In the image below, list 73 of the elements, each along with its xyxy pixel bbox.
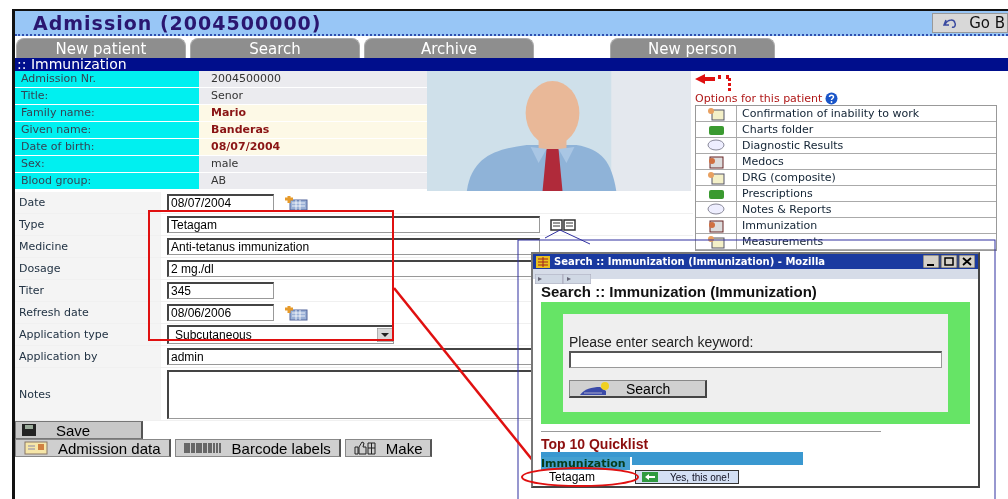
help-icon[interactable] <box>825 92 839 105</box>
menu-item-icon <box>706 218 726 233</box>
menu-item-icon <box>706 234 726 249</box>
page-title: Admission (2004500000) <box>33 11 322 34</box>
menu-item-icon <box>706 202 726 217</box>
menu-item[interactable]: DRG (composite) <box>737 170 836 185</box>
field-label: Type <box>15 214 161 235</box>
field-value: Senor <box>199 88 427 104</box>
field-label: Blood group: <box>15 173 199 189</box>
app-icon <box>536 255 550 268</box>
field-label: Title: <box>15 88 199 104</box>
field-label: Medicine <box>15 236 161 257</box>
menu-item[interactable]: Immunization <box>737 218 818 233</box>
field-value: AB <box>199 173 427 189</box>
menu-item[interactable]: Prescriptions <box>737 186 813 201</box>
window-title: Search :: Immunization (Immunization) - Mozilla <box>554 256 827 267</box>
toolbar-button[interactable]: Make <box>344 439 433 457</box>
text-field[interactable]: Anti-tetanus immunization <box>167 238 540 255</box>
date-field[interactable]: 08/06/2006 <box>167 304 274 321</box>
field-value: Banderas <box>199 122 427 138</box>
menu-item-icon <box>706 154 726 169</box>
field-label: Admission Nr. <box>15 71 199 87</box>
menu-item[interactable]: Diagnostic Results <box>737 138 844 153</box>
connector-line <box>544 229 591 245</box>
menu-item-icon <box>706 106 726 121</box>
field-value: 08/07/2004 <box>199 139 427 155</box>
menu-item[interactable]: Confirmation of inability to work <box>737 106 920 121</box>
field-label: Given name: <box>15 122 199 138</box>
field-value: male <box>199 156 427 172</box>
field-label: Titer <box>15 280 161 301</box>
field-label: Family name: <box>15 105 199 121</box>
menu-item[interactable]: Measurements <box>737 234 824 249</box>
field-value: Mario <box>199 105 427 121</box>
section-title: :: Immunization <box>17 58 127 71</box>
text-field[interactable]: 345 <box>167 282 274 299</box>
menu-item-icon <box>706 170 726 185</box>
book-icon[interactable] <box>550 218 576 231</box>
arrow-icon <box>695 74 731 92</box>
field-label: Notes <box>15 368 161 420</box>
search-field[interactable] <box>569 351 942 368</box>
field-label: Date <box>15 192 161 213</box>
menu-item[interactable]: Charts folder <box>737 122 814 137</box>
menu-item[interactable]: Medocs <box>737 154 784 169</box>
thumbs-up-icon <box>353 441 376 455</box>
field-label: Date of birth: <box>15 139 199 155</box>
menu-item-icon <box>706 138 726 153</box>
menu-item[interactable]: Notes & Reports <box>737 202 832 217</box>
field-label: Sex: <box>15 156 199 172</box>
text-field[interactable]: Tetagam <box>167 216 540 233</box>
calendar-icon[interactable] <box>284 194 308 211</box>
field-label: Refresh date <box>15 302 161 323</box>
barcode-icon <box>183 443 222 453</box>
field-label: Dosage <box>15 258 161 279</box>
quicklist-title: Top 10 Quicklist <box>541 436 650 452</box>
field-label: Application type <box>15 324 161 345</box>
field-label: Application by <box>15 346 161 367</box>
result-name: Tetagam <box>549 470 596 484</box>
toolbar-button[interactable]: Barcode labels <box>174 439 341 457</box>
search-prompt: Please enter search keyword: <box>569 334 755 350</box>
select-button[interactable]: Yes, this one! <box>635 470 739 484</box>
dialog-heading: Search :: Immunization (Immunization) <box>541 283 818 300</box>
back-button[interactable]: Go B <box>932 12 1008 33</box>
toolbar-button[interactable]: Admission data <box>15 439 171 457</box>
options-title: Options for this patient <box>695 92 823 105</box>
save-icon <box>22 424 36 436</box>
field-value: 2004500000 <box>199 71 427 87</box>
window-controls-icon[interactable] <box>923 255 975 268</box>
save-button[interactable]: Save <box>15 421 143 439</box>
navigation-icon[interactable] <box>535 274 591 284</box>
calendar-icon[interactable] <box>284 304 308 321</box>
search-button[interactable]: Search <box>569 380 707 398</box>
back-arrow-icon <box>642 472 659 482</box>
card-icon <box>24 441 48 455</box>
